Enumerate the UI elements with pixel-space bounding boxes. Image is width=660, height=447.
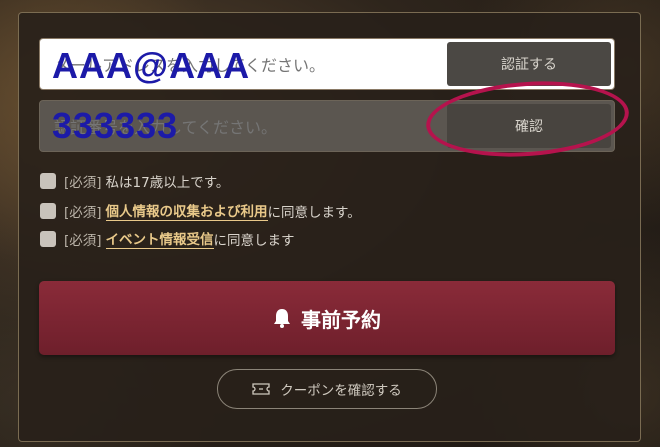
event-info-link[interactable]: イベント情報受信 — [105, 228, 214, 249]
checkbox[interactable] — [40, 202, 56, 219]
email-input[interactable] — [40, 39, 456, 89]
preregister-label: 事前予約 — [301, 307, 381, 332]
required-tag: [必須] — [64, 175, 102, 191]
checkbox[interactable] — [40, 173, 56, 189]
agreement-privacy[interactable]: [必須] 個人情報の収集および利用 に同意します。 — [40, 200, 361, 221]
agreement-age[interactable]: [必須] 私は17歳以上です。 — [40, 171, 229, 191]
verify-button[interactable]: 認証する — [447, 42, 611, 86]
required-tag: [必須] — [64, 232, 102, 249]
verification-code-input[interactable] — [40, 101, 456, 151]
preregister-button[interactable]: 事前予約 — [39, 281, 615, 355]
bell-icon — [274, 309, 290, 328]
email-row: AAA@AAA 認証する — [39, 38, 615, 90]
agreement-suffix: に同意します。 — [267, 204, 361, 221]
checkbox[interactable] — [40, 230, 56, 247]
coupon-label: クーポンを確認する — [280, 383, 402, 399]
agreement-suffix: に同意します — [213, 232, 295, 249]
confirm-button[interactable]: 確認 — [447, 104, 611, 148]
coupon-button[interactable]: クーポンを確認する — [217, 369, 437, 409]
agreement-event-info[interactable]: [必須] イベント情報受信 に同意します — [40, 228, 295, 249]
ticket-icon — [252, 383, 270, 395]
code-row: 333333 確認 — [39, 100, 615, 152]
required-tag: [必須] — [64, 204, 102, 221]
agreement-text: 私は17歳以上です。 — [105, 175, 230, 191]
privacy-policy-link[interactable]: 個人情報の収集および利用 — [105, 200, 268, 221]
